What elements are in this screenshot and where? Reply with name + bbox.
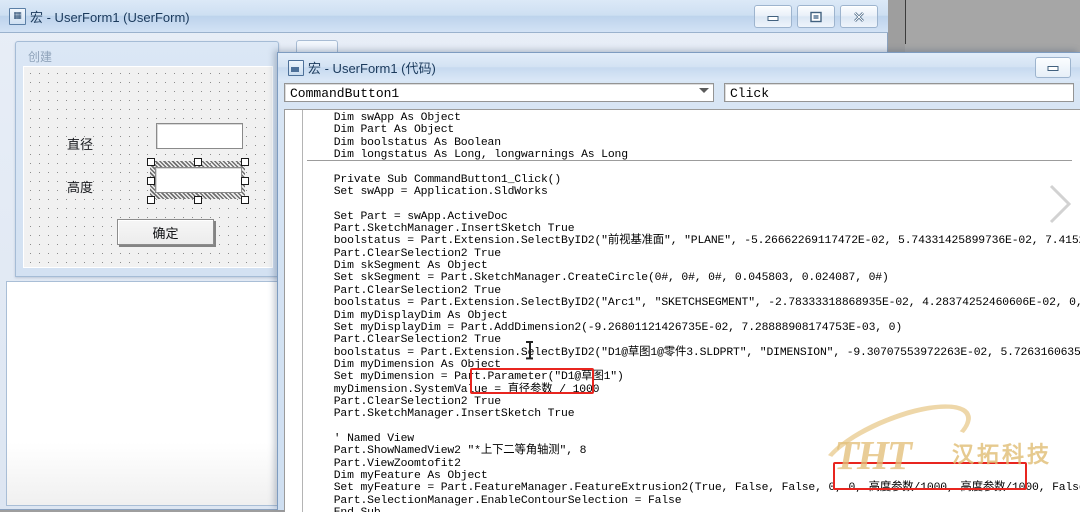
- resize-handle-sw[interactable]: [147, 196, 155, 204]
- code-line: Dim boolstatus As Boolean: [307, 136, 501, 149]
- code-line: Set skSegment = Part.SketchManager.Creat…: [307, 272, 889, 285]
- code-line: Set swApp = Application.SldWorks: [307, 186, 548, 199]
- code-line: Dim myFeature As Object: [307, 469, 488, 482]
- resize-handle-s[interactable]: [194, 196, 202, 204]
- chevron-artifact-icon: [1049, 184, 1072, 224]
- object-dropdown[interactable]: CommandButton1: [284, 83, 714, 102]
- userform-icon: ▦: [9, 8, 26, 25]
- object-dropdown-value: CommandButton1: [290, 86, 400, 101]
- procedure-dropdown-value: Click: [730, 86, 770, 101]
- textbox-height[interactable]: [155, 167, 242, 193]
- code-line: Part.ClearSelection2 True: [307, 284, 501, 297]
- code-text-content[interactable]: Dim swApp As Object Dim Part As Object D…: [307, 112, 1080, 512]
- code-margin-indicator-bar[interactable]: [285, 110, 303, 512]
- code-line: Dim Part As Object: [307, 124, 455, 137]
- background-app-pane-top: [905, 0, 1080, 44]
- code-line: Private Sub CommandButton1_Click(): [307, 173, 562, 186]
- resize-handle-w[interactable]: [147, 177, 155, 185]
- code-editor-pane[interactable]: Dim swApp As Object Dim Part As Object D…: [284, 109, 1080, 512]
- userform-design-canvas[interactable]: 直径 高度 确定: [23, 66, 273, 268]
- code-minimize-button[interactable]: [1035, 57, 1071, 78]
- code-line: Part.SketchManager.InsertSketch True: [307, 408, 575, 421]
- code-module-icon: [288, 60, 304, 76]
- minimize-icon: [767, 15, 779, 21]
- userform-window-client-area: [6, 281, 291, 506]
- code-line: ' Named View: [307, 432, 414, 445]
- code-window-title-text: 宏 - UserForm1 (代码): [308, 61, 436, 76]
- code-line: Part.ShowNamedView2 "*上下二等角轴测", 8: [307, 445, 587, 458]
- code-window-title-bar[interactable]: 宏 - UserForm1 (代码): [278, 53, 1080, 81]
- resize-handle-n[interactable]: [194, 158, 202, 166]
- textbox-diameter[interactable]: [156, 123, 243, 149]
- code-line: Set myDimension = Part.Parameter("D1@草图1…: [307, 371, 624, 384]
- textbox-height-selection[interactable]: [147, 158, 249, 204]
- code-line: Dim swApp As Object: [307, 112, 461, 124]
- label-diameter: 直径: [67, 137, 94, 152]
- code-line: Set Part = swApp.ActiveDoc: [307, 210, 508, 223]
- minimize-button[interactable]: [754, 5, 792, 28]
- resize-handle-se[interactable]: [241, 196, 249, 204]
- code-line: Part.ClearSelection2 True: [307, 395, 501, 408]
- code-line: Part.ClearSelection2 True: [307, 334, 501, 347]
- code-dropdown-row: CommandButton1 Click: [284, 83, 1074, 104]
- code-line: Part.ClearSelection2 True: [307, 247, 501, 260]
- maximize-button[interactable]: [797, 5, 835, 28]
- code-line: Part.SketchManager.InsertSketch True: [307, 223, 575, 236]
- resize-handle-nw[interactable]: [147, 158, 155, 166]
- userform-title-text: 宏 - UserForm1 (UserForm): [30, 10, 190, 25]
- window-controls: [754, 5, 878, 28]
- resize-handle-e[interactable]: [241, 177, 249, 185]
- procedure-dropdown[interactable]: Click: [724, 83, 1074, 102]
- minimize-icon: [1047, 66, 1059, 71]
- code-line: myDimension.SystemValue = 直径参数 / 1000: [307, 383, 600, 396]
- code-line: boolstatus = Part.Extension.SelectByID2(…: [307, 235, 1080, 248]
- text-cursor: [526, 341, 533, 359]
- code-line: Dim longstatus As Long, longwarnings As …: [307, 149, 628, 162]
- code-line: Set myDisplayDim = Part.AddDimension2(-9…: [307, 321, 903, 334]
- close-icon: [854, 11, 864, 22]
- label-height: 高度: [67, 180, 94, 195]
- resize-handle-ne[interactable]: [241, 158, 249, 166]
- code-line: boolstatus = Part.Extension.SelectByID2(…: [307, 346, 1080, 359]
- userform-caption: 创建: [28, 50, 53, 64]
- code-line: Dim myDimension As Object: [307, 358, 501, 371]
- code-line: Dim myDisplayDim As Object: [307, 309, 508, 322]
- maximize-icon: [810, 11, 822, 22]
- code-line: Part.ViewZoomtofit2: [307, 457, 461, 470]
- close-button[interactable]: [840, 5, 878, 28]
- confirm-button[interactable]: 确定: [117, 219, 214, 245]
- code-line: Set myFeature = Part.FeatureManager.Feat…: [307, 482, 1080, 495]
- code-line: Part.SelectionManager.EnableContourSelec…: [307, 494, 682, 507]
- code-line: boolstatus = Part.Extension.SelectByID2(…: [307, 297, 1080, 310]
- userform-title-bar[interactable]: ▦ 宏 - UserForm1 (UserForm): [0, 0, 888, 33]
- userform-frame: 创建 直径 高度 确定: [15, 41, 279, 277]
- code-line: Dim skSegment As Object: [307, 260, 488, 273]
- vba-code-window: 宏 - UserForm1 (代码) CommandButton1 Click …: [277, 52, 1080, 512]
- chevron-down-icon[interactable]: [699, 88, 709, 93]
